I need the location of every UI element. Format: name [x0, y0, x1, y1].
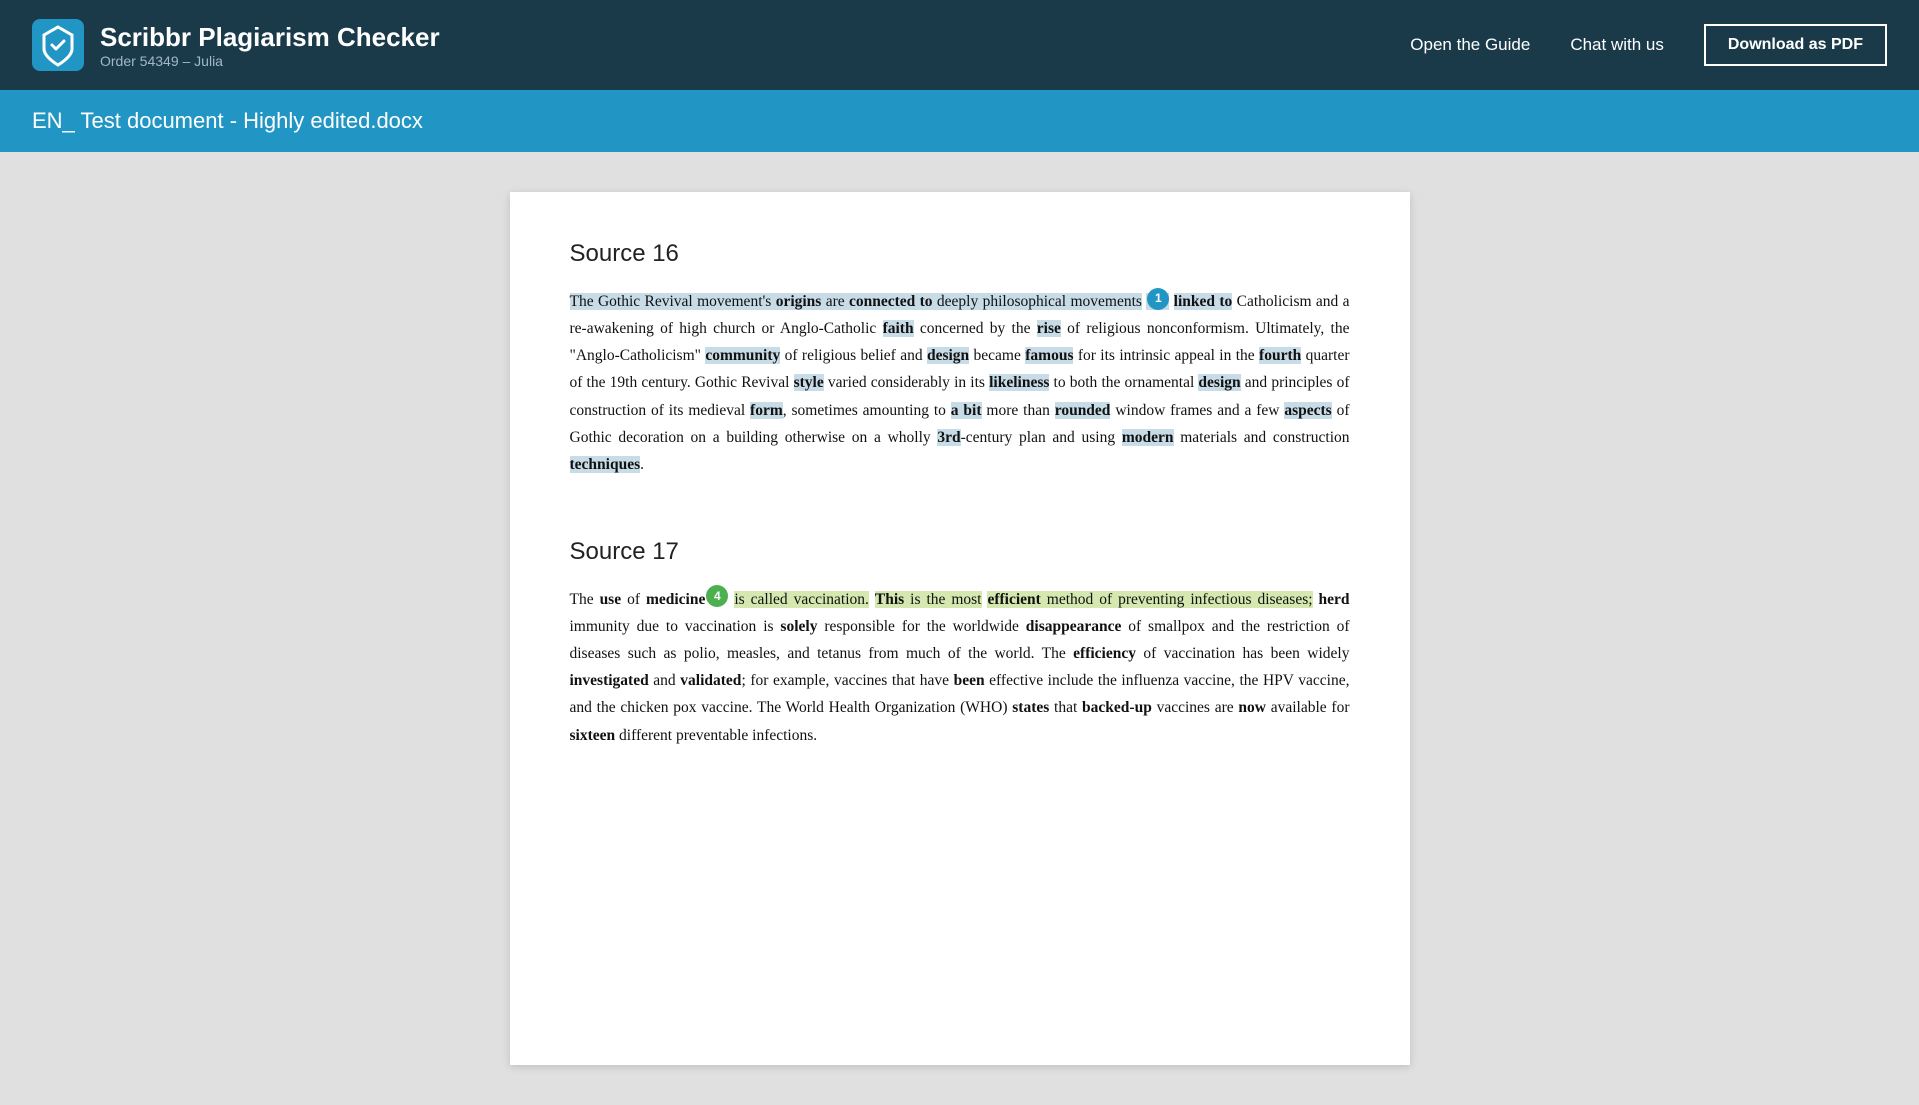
content-area: Source 16 The Gothic Revival movement's …	[0, 152, 1919, 1105]
source-16-paragraph: The Gothic Revival movement's origins ar…	[570, 288, 1350, 478]
states-word: states	[1012, 699, 1049, 716]
form-word: form	[750, 402, 783, 419]
style-word: style	[794, 374, 824, 391]
efficient-word: efficient	[987, 591, 1040, 608]
validated-word: validated	[680, 672, 741, 689]
download-pdf-button[interactable]: Download as PDF	[1704, 24, 1887, 66]
source-17-heading: Source 17	[570, 538, 1350, 566]
scribbr-logo-icon	[32, 19, 84, 71]
header-title-block: Scribbr Plagiarism Checker Order 54349 –…	[100, 22, 440, 69]
source-17-hl-2: is the most	[904, 591, 981, 608]
now-word: now	[1238, 699, 1266, 716]
fourth-word: fourth	[1259, 347, 1301, 364]
source-17-hl-1: is called vaccination.	[734, 591, 869, 608]
source-16-hl-2: linked to	[1174, 293, 1233, 310]
app-title: Scribbr Plagiarism Checker	[100, 22, 440, 53]
source-17-section: Source 17 The use of medicine4 is called…	[570, 538, 1350, 749]
herd-word: herd	[1319, 591, 1350, 608]
connected-to-phrase: connected to	[849, 293, 933, 310]
linked-to-phrase: linked to	[1174, 293, 1233, 310]
been-word: been	[954, 672, 985, 689]
source-16-hl-1: deeply philosophical movements	[933, 293, 1142, 310]
famous-word: famous	[1025, 347, 1073, 364]
source-17-hl-3: method of preventing infectious diseases…	[1041, 591, 1313, 608]
this-word: This	[875, 591, 904, 608]
source-16-heading: Source 16	[570, 240, 1350, 268]
modern-word: modern	[1122, 429, 1174, 446]
source-16-section: Source 16 The Gothic Revival movement's …	[570, 240, 1350, 478]
disappearance-word: disappearance	[1026, 618, 1122, 635]
techniques-word: techniques	[570, 456, 641, 473]
source-16-badge-wrapper: 1	[1146, 293, 1169, 310]
document-page: Source 16 The Gothic Revival movement's …	[510, 192, 1410, 1065]
source-badge-1: 1	[1147, 288, 1169, 310]
order-subtitle: Order 54349 – Julia	[100, 53, 440, 69]
medicine-word: medicine	[646, 591, 705, 608]
design-word-2: design	[1198, 374, 1240, 391]
header-nav: Open the Guide Chat with us Download as …	[1410, 24, 1887, 66]
3rd-word: 3rd	[937, 429, 960, 446]
source-17-paragraph: The use of medicine4 is called vaccinati…	[570, 586, 1350, 749]
header: Scribbr Plagiarism Checker Order 54349 –…	[0, 0, 1919, 90]
aspects-word: aspects	[1284, 402, 1331, 419]
rounded-word: rounded	[1055, 402, 1111, 419]
solely-word: solely	[780, 618, 817, 635]
origins-word: origins	[776, 293, 822, 310]
community-word: community	[705, 347, 780, 364]
likeliness-word: likeliness	[989, 374, 1049, 391]
investigated-word: investigated	[570, 672, 649, 689]
sixteen-word: sixteen	[570, 727, 616, 744]
faith-word: faith	[883, 320, 914, 337]
filename-label: EN_ Test document - Highly edited.docx	[32, 108, 423, 133]
open-guide-link[interactable]: Open the Guide	[1410, 35, 1530, 55]
source-16-highlight-start: The Gothic Revival movement's origins ar…	[570, 293, 933, 310]
design-word: design	[927, 347, 969, 364]
rise-word: rise	[1037, 320, 1061, 337]
source-badge-4: 4	[706, 585, 728, 607]
a-bit-phrase: a bit	[951, 402, 982, 419]
header-brand: Scribbr Plagiarism Checker Order 54349 –…	[32, 19, 440, 71]
use-word: use	[600, 591, 622, 608]
file-bar: EN_ Test document - Highly edited.docx	[0, 90, 1919, 152]
chat-with-us-link[interactable]: Chat with us	[1570, 35, 1664, 55]
efficiency-word: efficiency	[1073, 645, 1136, 662]
backed-up-phrase: backed-up	[1082, 699, 1152, 716]
